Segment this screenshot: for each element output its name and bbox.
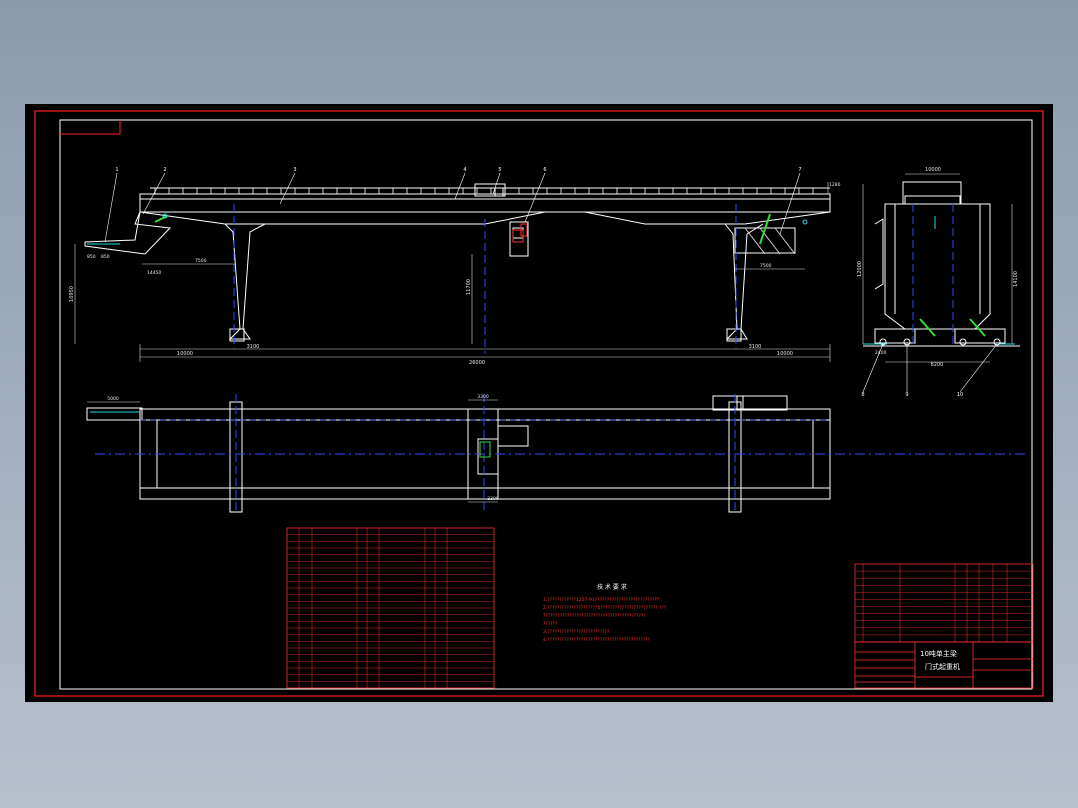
note-line: 2.?????????????????????5????????????????… xyxy=(543,605,667,611)
note-line: 3.?????????????????????????? xyxy=(543,629,610,635)
parts-list xyxy=(854,563,1034,643)
dim-plan-trolley-h: 3300 xyxy=(487,496,499,502)
callout-label: 2 xyxy=(163,167,166,173)
callout-leader xyxy=(779,172,801,235)
dim-height-left: 10950 xyxy=(69,286,75,302)
callout-leader xyxy=(524,172,546,223)
dim-right-mid: 7500 xyxy=(760,263,772,269)
bom-table xyxy=(286,527,495,689)
cad-viewport[interactable]: 26000 10000 10000 3100 3100 10950 11700 … xyxy=(25,104,1053,702)
callout-label: 7 xyxy=(798,167,801,173)
dim-left-arm-a: 850 xyxy=(87,254,96,260)
dim-plan-left: 5000 xyxy=(107,396,119,402)
plan-dims xyxy=(87,399,498,503)
callout-label: 6 xyxy=(543,167,546,173)
title-name-2: 门式起重机 xyxy=(925,662,960,671)
callout-leader xyxy=(454,172,466,200)
callout-label: 1 xyxy=(115,167,118,173)
callout-leader xyxy=(959,343,998,393)
callout-label: 5 xyxy=(498,167,501,173)
side-color-details xyxy=(863,204,1015,345)
dim-left-arm-c: 14450 xyxy=(147,270,161,276)
callout-leader xyxy=(104,172,118,243)
note-line: ?????? xyxy=(543,621,558,627)
dim-plan-trolley-w: 3300 xyxy=(477,394,489,400)
inner-border xyxy=(59,119,1033,690)
callout-label: 3 xyxy=(293,167,296,173)
dim-left-arm-b: 850 xyxy=(101,254,110,260)
dim-span-total: 26000 xyxy=(469,360,485,366)
callout-label: 4 xyxy=(463,167,466,173)
elevation-callouts: 1 2 3 4 5 6 7 xyxy=(104,167,802,243)
dim-right-top: 1280 xyxy=(829,182,841,188)
callout-label: 10 xyxy=(957,392,963,398)
dim-height-center: 11700 xyxy=(466,279,472,295)
note-line: 1.????????????1257-91???????????????????… xyxy=(543,597,660,603)
parts-frame xyxy=(854,563,1034,643)
side-elevation xyxy=(863,181,1020,347)
crane-drawing: 26000 10000 10000 3100 3100 10950 11700 … xyxy=(34,110,1044,697)
callout-leader xyxy=(862,343,884,393)
callout-label: 8 xyxy=(861,392,864,398)
elevation-color-details xyxy=(87,204,808,354)
elevation-dims xyxy=(74,182,831,362)
notes-title: 技 术 要 求 xyxy=(597,583,627,591)
dim-span-right: 3100 xyxy=(749,344,762,350)
dim-left-gap: 3100 xyxy=(247,344,260,350)
dim-side-top: 10000 xyxy=(925,167,941,173)
title-name-1: 10吨单主梁 xyxy=(920,649,957,658)
note-line: ????????????????????????????????????????… xyxy=(543,613,646,619)
dim-left-cantilever: 10000 xyxy=(177,351,193,357)
dim-side-height-right: 14100 xyxy=(1013,271,1019,287)
dim-left-mid: 7500 xyxy=(195,258,207,264)
dim-right-cantilever: 10000 xyxy=(777,351,793,357)
dim-side-base-left: 2400 xyxy=(875,350,887,356)
dim-side-height-left: 12000 xyxy=(857,261,863,277)
corner-mark xyxy=(60,120,121,135)
notes-lines: 1.????????????1257-91???????????????????… xyxy=(543,597,667,643)
callout-label: 9 xyxy=(905,392,908,398)
dim-side-base: 8200 xyxy=(931,362,944,368)
note-line: 4.??????????????????????????????????????… xyxy=(543,637,651,643)
